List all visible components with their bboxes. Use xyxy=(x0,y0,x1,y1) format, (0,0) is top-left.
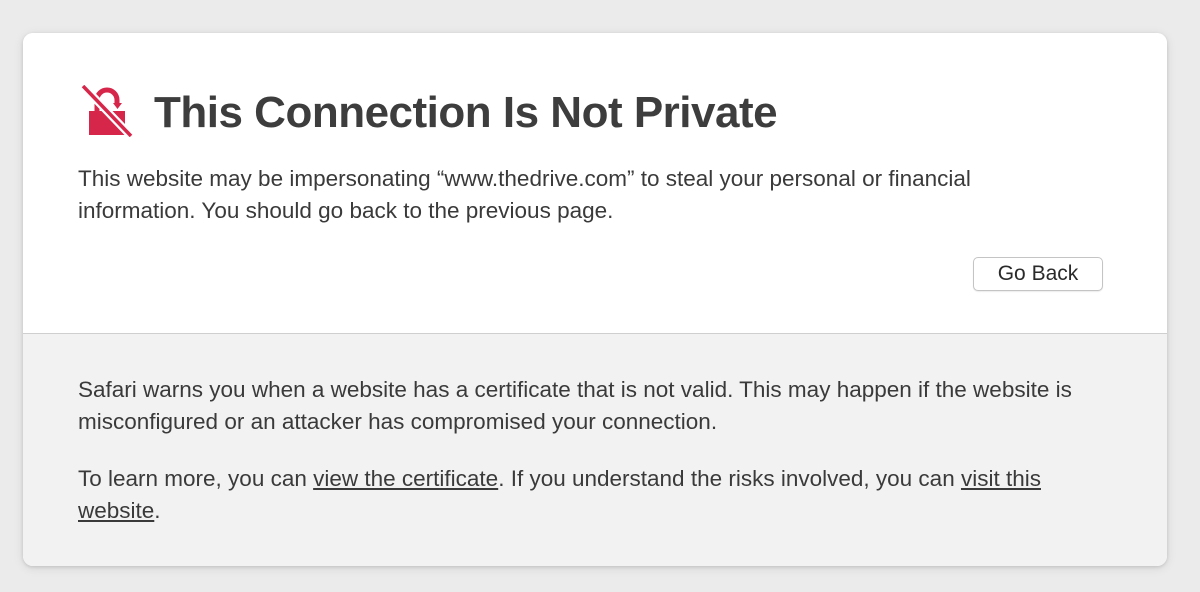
view-certificate-link[interactable]: view the certificate xyxy=(313,466,498,491)
learn-more-suffix: . xyxy=(154,498,161,523)
impersonation-warning-text: This website may be impersonating “www.t… xyxy=(78,166,971,223)
warning-card: This Connection Is Not Private This webs… xyxy=(23,33,1167,566)
certificate-warning-text: Safari warns you when a website has a ce… xyxy=(78,377,1072,434)
page-title: This Connection Is Not Private xyxy=(154,88,778,137)
learn-more-prefix: To learn more, you can xyxy=(78,466,314,491)
learn-more-middle: . If you understand the risks involved, … xyxy=(498,466,961,491)
warning-header-section: This Connection Is Not Private This webs… xyxy=(23,33,1167,334)
broken-lock-icon xyxy=(80,85,134,137)
details-section: Safari warns you when a website has a ce… xyxy=(23,334,1167,566)
go-back-button[interactable]: Go Back xyxy=(973,257,1103,291)
learn-more-text: To learn more, you can view the certific… xyxy=(78,463,1108,527)
